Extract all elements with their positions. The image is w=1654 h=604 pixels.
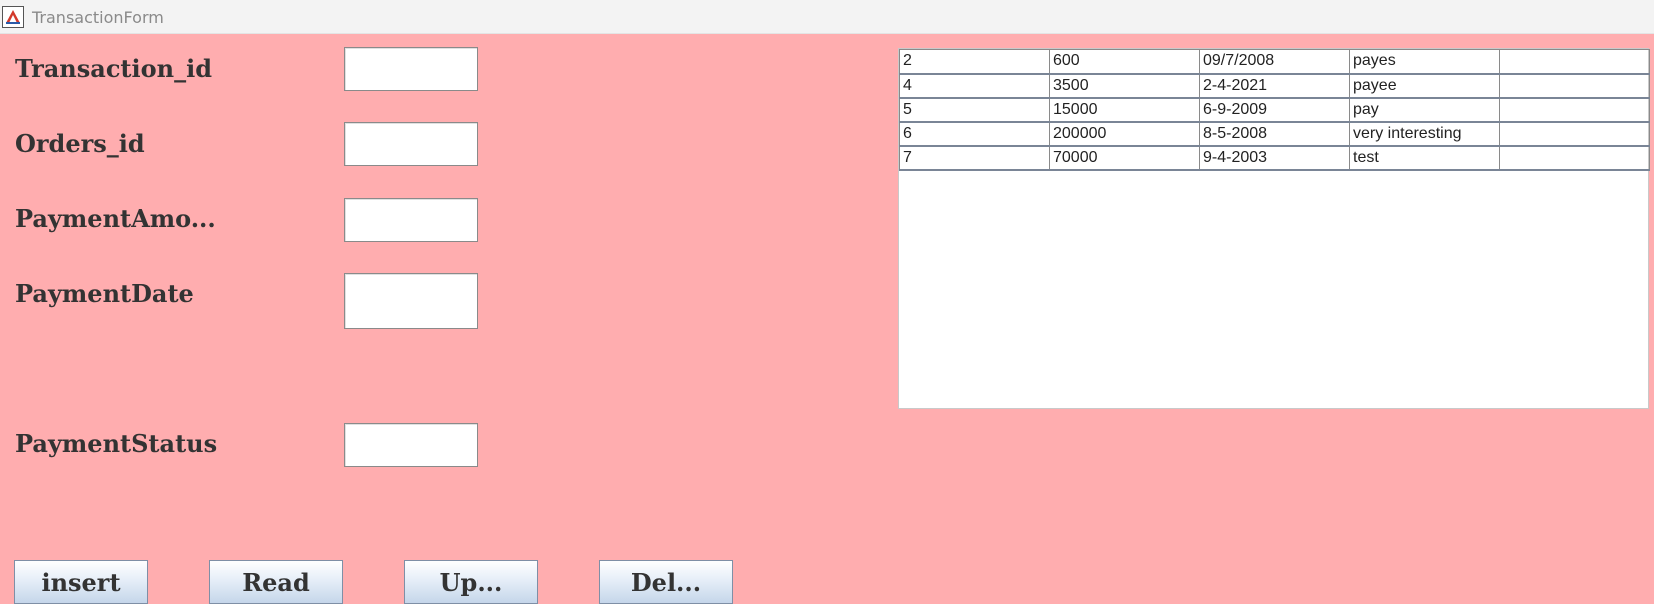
java-app-icon[interactable] bbox=[2, 6, 24, 28]
table-cell[interactable] bbox=[1499, 49, 1650, 75]
table-cell[interactable] bbox=[1499, 97, 1650, 123]
table-cell[interactable]: 7 bbox=[899, 145, 1050, 171]
table-cell[interactable]: payes bbox=[1349, 49, 1500, 75]
window-title: TransactionForm bbox=[32, 8, 164, 27]
payment-date-input[interactable] bbox=[344, 273, 478, 329]
title-bar: TransactionForm bbox=[0, 0, 1654, 34]
payment-status-label: PaymentStatus bbox=[15, 429, 218, 458]
transaction-id-label: Transaction_id bbox=[15, 54, 212, 83]
table-cell[interactable]: 6 bbox=[899, 121, 1050, 147]
payment-amount-label: PaymentAmo... bbox=[15, 204, 216, 233]
update-button[interactable]: Up... bbox=[404, 560, 538, 604]
table-cell[interactable] bbox=[1499, 73, 1650, 99]
table-cell[interactable]: 8-5-2008 bbox=[1199, 121, 1350, 147]
form-panel: Transaction_id Orders_id PaymentAmo... P… bbox=[0, 34, 1654, 604]
table-cell[interactable] bbox=[1499, 121, 1650, 147]
table-row[interactable]: 7 70000 9-4-2003 test bbox=[899, 145, 1650, 171]
table-cell[interactable]: payee bbox=[1349, 73, 1500, 99]
table-cell[interactable]: pay bbox=[1349, 97, 1500, 123]
table-row[interactable]: 2 600 09/7/2008 payes bbox=[899, 49, 1650, 75]
table-cell[interactable]: 600 bbox=[1049, 49, 1200, 75]
table-cell[interactable]: 9-4-2003 bbox=[1199, 145, 1350, 171]
table-cell[interactable]: 4 bbox=[899, 73, 1050, 99]
read-button[interactable]: Read bbox=[209, 560, 343, 604]
table-cell[interactable]: 200000 bbox=[1049, 121, 1200, 147]
table-cell[interactable]: 2-4-2021 bbox=[1199, 73, 1350, 99]
delete-button[interactable]: Del... bbox=[599, 560, 733, 604]
table-cell[interactable]: 6-9-2009 bbox=[1199, 97, 1350, 123]
table-cell[interactable]: very interesting bbox=[1349, 121, 1500, 147]
table-cell[interactable]: 09/7/2008 bbox=[1199, 49, 1350, 75]
table-row[interactable]: 4 3500 2-4-2021 payee bbox=[899, 73, 1650, 99]
table-cell[interactable]: 5 bbox=[899, 97, 1050, 123]
payment-amount-input[interactable] bbox=[344, 198, 478, 242]
table-cell[interactable]: 2 bbox=[899, 49, 1050, 75]
transactions-table[interactable]: 2 600 09/7/2008 payes 4 3500 2-4-2021 pa… bbox=[898, 48, 1650, 409]
table-row[interactable]: 5 15000 6-9-2009 pay bbox=[899, 97, 1650, 123]
table-cell[interactable] bbox=[1499, 145, 1650, 171]
transaction-id-input[interactable] bbox=[344, 47, 478, 91]
insert-button[interactable]: insert bbox=[14, 560, 148, 604]
payment-status-input[interactable] bbox=[344, 423, 478, 467]
table-cell[interactable]: 15000 bbox=[1049, 97, 1200, 123]
table-cell[interactable]: 3500 bbox=[1049, 73, 1200, 99]
orders-id-input[interactable] bbox=[344, 122, 478, 166]
payment-date-label: PaymentDate bbox=[15, 279, 194, 308]
table-cell[interactable]: 70000 bbox=[1049, 145, 1200, 171]
table-cell[interactable]: test bbox=[1349, 145, 1500, 171]
orders-id-label: Orders_id bbox=[15, 129, 145, 158]
table-row[interactable]: 6 200000 8-5-2008 very interesting bbox=[899, 121, 1650, 147]
